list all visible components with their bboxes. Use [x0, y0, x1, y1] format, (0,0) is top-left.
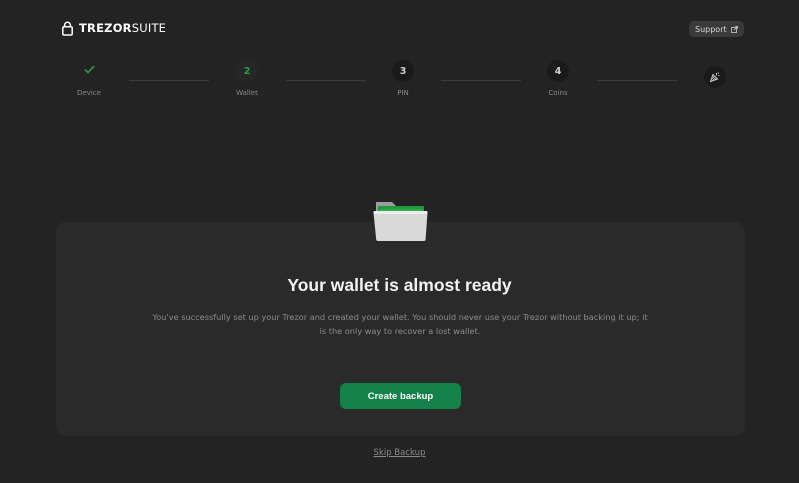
skip-backup-link[interactable]: Skip Backup: [0, 448, 799, 458]
step-device: Device: [49, 60, 129, 97]
check-icon: [83, 65, 95, 77]
trezor-suite-logo: TREZOR SUITE: [62, 19, 166, 37]
folder-icon: [372, 197, 430, 245]
lock-icon: [62, 21, 73, 36]
step-number: 4: [547, 60, 569, 82]
step-number: 2: [236, 60, 258, 82]
page-description: You've successfully set up your Trezor a…: [152, 312, 648, 336]
step-label: PIN: [397, 89, 409, 97]
step-number: 3: [392, 60, 414, 82]
step-divider: [597, 80, 677, 81]
step-device-circle: [78, 60, 100, 82]
step-label: Device: [77, 89, 101, 97]
step-divider: [129, 80, 209, 81]
external-link-icon: [730, 25, 738, 33]
onboarding-stepper: Device 2 Wallet 3 PIN 4 Coins: [0, 60, 799, 110]
support-label: Support: [695, 24, 727, 34]
page-title: Your wallet is almost ready: [287, 275, 512, 295]
create-backup-button[interactable]: Create backup: [340, 383, 461, 409]
step-wallet: 2 Wallet: [207, 60, 287, 97]
support-button[interactable]: Support: [689, 21, 744, 37]
party-popper-icon: [704, 66, 726, 88]
step-coins: 4 Coins: [518, 60, 598, 97]
step-divider: [441, 80, 521, 81]
step-label: Wallet: [236, 89, 258, 97]
step-divider: [286, 80, 366, 81]
brand-name: TREZOR: [79, 21, 132, 35]
step-label: Coins: [548, 89, 568, 97]
brand-suffix: SUITE: [131, 21, 167, 35]
step-pin: 3 PIN: [363, 60, 443, 97]
